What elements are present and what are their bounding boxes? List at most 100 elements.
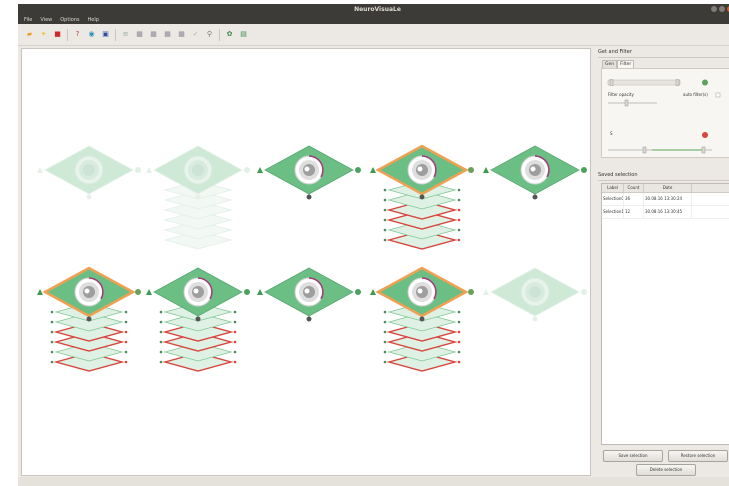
menu-view[interactable]: View [40, 17, 52, 23]
graph-node[interactable] [257, 267, 361, 322]
layer-port-dot [457, 218, 461, 222]
grid-icon[interactable]: ▦ [148, 29, 159, 40]
search-icon[interactable]: ⚲ [204, 29, 215, 40]
filter-controls [607, 79, 721, 154]
grid2-icon[interactable]: ▦ [162, 29, 173, 40]
layer-port-dot [457, 350, 461, 354]
layer-port-dot [233, 320, 237, 324]
star-icon[interactable]: ✦ [38, 29, 49, 40]
column-count[interactable]: Count [624, 184, 644, 192]
graph-svg[interactable] [22, 49, 590, 475]
toolbar: ▰ ✦ ■ ? ◉ ▣ ≡ ▦ ▦ ▦ ▦ ✓ ⚲ ✿ ▤ [18, 24, 729, 46]
layer-port-dot [457, 208, 461, 212]
layer-port-dot [457, 360, 461, 364]
node-gauge-core [529, 286, 541, 298]
graph-node[interactable] [37, 266, 141, 372]
auto-filter-checkbox[interactable] [715, 92, 721, 98]
cube-icon[interactable]: ▤ [238, 29, 249, 40]
layer-port-dot [383, 228, 387, 232]
s-slider-handle-left[interactable] [642, 146, 647, 154]
grid3-icon[interactable]: ▦ [176, 29, 187, 40]
input-port-icon [146, 167, 152, 173]
gear-icon[interactable]: ✿ [224, 29, 235, 40]
row-date: 30.08.16 13:30:24 [644, 193, 692, 205]
column-label[interactable]: Label [602, 184, 624, 192]
graph-node[interactable] [483, 267, 587, 322]
opacity-slider-handle[interactable] [624, 99, 629, 107]
input-port-icon [370, 167, 376, 173]
row-label: Selection1 [602, 206, 624, 218]
graph-node[interactable] [37, 145, 141, 200]
menu-help[interactable]: Help [88, 17, 99, 23]
layer-controls-title: Get and Filter ⊠ [598, 48, 729, 58]
s-slider-handle-right[interactable] [701, 146, 706, 154]
layer-port-dot [383, 198, 387, 202]
layer-port-dot [457, 238, 461, 242]
check-icon[interactable]: ✓ [190, 29, 201, 40]
layers-icon[interactable]: ≡ [120, 29, 131, 40]
layer-port-dot [124, 340, 128, 344]
output-port-icon [244, 167, 250, 173]
input-port-icon [257, 289, 263, 295]
layer-port-dot [383, 238, 387, 242]
bottom-port-icon [86, 194, 92, 200]
layer-port-dot [383, 218, 387, 222]
table-row[interactable]: Selection1 12 30.08.16 13:30:45 [602, 206, 729, 219]
layer-port-dot [383, 320, 387, 324]
menu-file[interactable]: File [24, 17, 32, 23]
table-row[interactable]: Selection0 36 30.08.16 13:30:24 [602, 193, 729, 206]
menu-options[interactable]: Options [60, 17, 79, 23]
range-min-handle[interactable] [609, 79, 614, 86]
layer-port-dot [124, 330, 128, 334]
layer-port-dot [383, 350, 387, 354]
layer-port-dot [159, 340, 163, 344]
bottom-port-icon [86, 316, 92, 322]
delete-selection-button[interactable]: Delete selection [636, 464, 696, 476]
graph-node[interactable] [257, 145, 361, 200]
layer-port-dot [50, 310, 54, 314]
minimize-button[interactable] [711, 6, 717, 12]
layer-port-dot [124, 310, 128, 314]
output-port-icon [355, 167, 361, 173]
graph-canvas[interactable] [21, 48, 591, 476]
node-gauge-center [84, 288, 90, 294]
bottom-port-icon [306, 194, 312, 200]
saved-selection-title-text: Saved selection [598, 172, 638, 178]
range-max-handle[interactable] [675, 79, 680, 86]
saved-selection-table: Label Count Date Selection0 36 30.08.16 … [601, 183, 729, 445]
column-date[interactable]: Date [644, 184, 692, 192]
save-selection-button[interactable]: Save selection [603, 450, 663, 462]
help-icon[interactable]: ? [72, 29, 83, 40]
app-window: NeuroVisuaLe File View Options Help ▰ ✦ … [18, 4, 729, 486]
layer-port-dot [124, 320, 128, 324]
camera-icon[interactable]: ▣ [100, 29, 111, 40]
toolbar-separator [115, 28, 116, 41]
graph-node[interactable] [483, 145, 587, 200]
layer-port-dot [457, 198, 461, 202]
layer-port-dot [124, 360, 128, 364]
toolbar-separator [67, 28, 68, 41]
row-count: 36 [624, 193, 644, 205]
restore-selection-button[interactable]: Restore selection [668, 450, 728, 462]
layer-port-dot [159, 320, 163, 324]
graph-node[interactable] [146, 145, 250, 250]
bottom-port-icon [532, 194, 538, 200]
node-gauge-center [417, 166, 423, 172]
circle-icon[interactable]: ◉ [86, 29, 97, 40]
layer-port-dot [233, 350, 237, 354]
folder-open-icon[interactable]: ▰ [24, 29, 35, 40]
green-status-icon[interactable] [702, 79, 708, 86]
graph-node[interactable] [370, 266, 474, 372]
layer-port-dot [159, 330, 163, 334]
bottom-port-icon [195, 316, 201, 322]
range-track[interactable] [607, 79, 681, 86]
layer-port-dot [233, 340, 237, 344]
graph-node[interactable] [146, 267, 250, 372]
red-status-icon[interactable] [702, 132, 708, 138]
stop-icon[interactable]: ■ [52, 29, 63, 40]
graph-node[interactable] [370, 144, 474, 250]
output-port-icon [355, 289, 361, 295]
layer-port-dot [124, 350, 128, 354]
maximize-button[interactable] [719, 6, 725, 12]
image-icon[interactable]: ▦ [134, 29, 145, 40]
